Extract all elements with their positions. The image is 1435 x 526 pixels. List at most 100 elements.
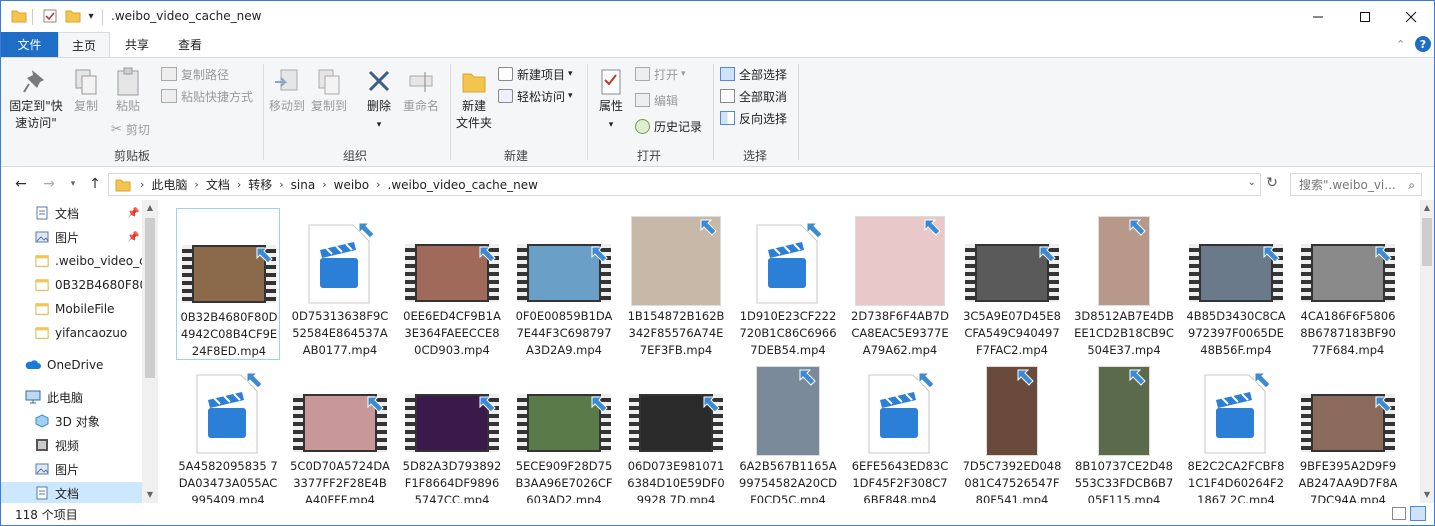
customize-quick-access-icon[interactable]: ▾ [85, 7, 97, 25]
file-item[interactable]: 0EE6ED4CF9B1A3E364FAEECCE80CD903.mp4 [400, 208, 504, 360]
copy-path-button[interactable]: 复制路径 [161, 64, 229, 84]
close-button[interactable] [1388, 1, 1434, 32]
easy-access-button[interactable]: 轻松访问 ▾ [498, 86, 573, 106]
minimize-button[interactable] [1295, 1, 1341, 32]
refresh-icon[interactable]: ↻ [1262, 173, 1282, 193]
file-item[interactable]: 8E2C2CA2FCBF81C1F4D60264F21867 2C.mp4 [1184, 358, 1288, 503]
file-item[interactable]: 1D910E23CF222720B1C86C69667DEB54.mp4 [736, 208, 840, 360]
file-item[interactable]: 4CA186F6F58068B6787183BF9077F684.mp4 [1296, 208, 1400, 360]
nav-item[interactable]: MobileFile [1, 298, 142, 320]
paste-shortcut-button[interactable]: 粘贴快捷方式 [161, 86, 253, 106]
video-thumbnail [293, 394, 387, 452]
breadcrumb-sina[interactable]: sina [287, 178, 320, 192]
content-scrollbar[interactable]: ▲ ▼ [1420, 200, 1434, 503]
file-item[interactable]: 0D75313638F9C52584E864537AAB0177.mp4 [288, 208, 392, 360]
file-item[interactable]: 4B85D3430C8CA972397F0065DE48B56F.mp4 [1184, 208, 1288, 360]
properties-button[interactable]: 属性 ▾ [593, 66, 629, 134]
nav-item[interactable]: 文档 [1, 482, 142, 503]
large-icons-view-icon[interactable] [1410, 506, 1426, 521]
up-arrow-icon[interactable]: ↑ [85, 174, 105, 194]
back-arrow-icon[interactable]: ← [11, 174, 31, 194]
file-item[interactable]: 8B10737CE2D48553C33FDCB6B705F115.mp4 [1072, 358, 1176, 503]
recent-locations-icon[interactable]: ▾ [63, 174, 83, 194]
breadcrumb-this-pc[interactable]: 此电脑 [147, 176, 191, 193]
history-icon [635, 118, 650, 134]
paste-shortcut-icon [161, 89, 177, 103]
breadcrumb-documents[interactable]: 文档 [202, 176, 234, 193]
copy-to-button[interactable]: 复制到 [309, 66, 349, 115]
nav-item[interactable]: OneDrive [1, 354, 142, 376]
nav-item[interactable]: yifancaozuo [1, 322, 142, 344]
nav-item[interactable]: 3D 对象 [1, 410, 142, 432]
history-button[interactable]: 历史记录 [635, 116, 702, 136]
file-item[interactable]: 0B32B4680F80D4942C08B4CF9E24F8ED.mp4 [176, 208, 280, 360]
address-bar[interactable]: › 此电脑 › 文档 › 转移 › sina › weibo › .weibo_video… [108, 173, 1261, 196]
file-item[interactable]: 1B154872B162B342F85576A74E7EF3FB.mp4 [624, 208, 728, 360]
new-item-button[interactable]: 新建项目 ▾ [498, 64, 573, 84]
file-item[interactable]: 2D738F6F4AB7DCA8EAC5E9377EA79A62.mp4 [848, 208, 952, 360]
new-folder-button[interactable]: 新建 文件夹 [453, 66, 495, 132]
invert-selection-button[interactable]: 反向选择 [720, 108, 787, 128]
select-all-button[interactable]: 全部选择 [720, 64, 787, 84]
content-scroll-thumb[interactable] [1422, 218, 1432, 266]
video-thumbnail [965, 244, 1059, 302]
nav-item[interactable]: .weibo_video_c [1, 250, 146, 272]
properties-quick-icon[interactable] [41, 7, 59, 25]
nav-scrollbar[interactable]: ▲ ▼ [142, 200, 158, 503]
file-item[interactable]: 0F0E00859B1DA7E44F3C698797A3D2A9.mp4 [512, 208, 616, 360]
file-name: 5C0D70A5724DA3377FF2F28E4BA40FFF.mp4 [290, 459, 390, 503]
address-dropdown-icon[interactable]: ⌄ [1248, 177, 1256, 188]
file-item[interactable]: 6EFE5643ED83C1DF45F2F308C76BF848.mp4 [848, 358, 952, 503]
breadcrumb-weibo[interactable]: weibo [330, 178, 374, 192]
new-folder-quick-icon[interactable] [64, 7, 82, 25]
help-icon[interactable]: ? [1415, 36, 1431, 52]
file-name: 1D910E23CF222720B1C86C69667DEB54.mp4 [739, 309, 837, 357]
select-none-button[interactable]: 全部取消 [720, 86, 787, 106]
file-item[interactable]: 3D8512AB7E4DBEE1CD2B18CB9C504E37.mp4 [1072, 208, 1176, 360]
tab-file[interactable]: 文件 [1, 32, 58, 57]
ribbon-tabs: 文件 主页 共享 查看 ⌃ ? [1, 32, 1434, 58]
paste-button[interactable]: 粘贴 [107, 66, 149, 115]
move-to-button[interactable]: 移动到 [267, 66, 307, 115]
breadcrumb-transfer[interactable]: 转移 [244, 176, 276, 193]
breadcrumb-current[interactable]: .weibo_video_cache_new [384, 178, 542, 192]
maximize-button[interactable] [1342, 1, 1388, 32]
file-item[interactable]: 3C5A9E07D45E8CFA549C940497F7FAC2.mp4 [960, 208, 1064, 360]
file-item[interactable]: 6A2B567B1165A99754582A20CDF0CD5C.mp4 [736, 358, 840, 503]
nav-item[interactable]: 图片 📌 [1, 226, 142, 248]
pin-quick-access-button[interactable]: 固定到"快 速访问" [7, 66, 65, 132]
file-item[interactable]: 5A4582095835 7DA03473A055AC995409.mp4 [176, 358, 280, 503]
cut-button[interactable]: ✂ 剪切 [111, 119, 150, 139]
this-pc-icon [25, 390, 41, 404]
file-name: 1B154872B162B342F85576A74E7EF3FB.mp4 [627, 309, 725, 357]
file-item[interactable]: 5ECE909F28D75B3AA96E7026CF603AD2.mp4 [512, 358, 616, 503]
file-item[interactable]: 9BFE395A2D9F9AB247AA9D7F8A7DC94A.mp4 [1296, 358, 1400, 503]
tab-home[interactable]: 主页 [58, 32, 110, 58]
collapse-ribbon-icon[interactable]: ⌃ [1396, 38, 1405, 51]
nav-item[interactable]: 视频 [1, 434, 142, 456]
search-input[interactable]: 搜索".weibo_vi... ⌕ [1290, 173, 1422, 196]
edit-button[interactable]: 编辑 [635, 90, 678, 110]
forward-arrow-icon[interactable]: → [39, 174, 59, 194]
video-thumbnail [1189, 244, 1283, 302]
video-thumbnail [517, 244, 611, 302]
nav-scroll-thumb[interactable] [145, 218, 155, 378]
details-view-icon[interactable] [1392, 507, 1406, 520]
delete-button[interactable]: 删除 ▾ [363, 66, 395, 134]
open-button[interactable]: 打开 ▾ [635, 64, 686, 84]
file-item[interactable]: 5C0D70A5724DA3377FF2F28E4BA40FFF.mp4 [288, 358, 392, 503]
file-item[interactable]: 06D073E9810716384D10E59DF09928 7D.mp4 [624, 358, 728, 503]
tab-view[interactable]: 查看 [166, 32, 214, 57]
nav-item[interactable]: 图片 [1, 458, 142, 480]
nav-item-label: 图片 [55, 230, 80, 245]
nav-item[interactable]: 0B32B4680F80 [1, 274, 147, 296]
file-item[interactable]: 5D82A3D793892F1F8664DF98965747CC.mp4 [400, 358, 504, 503]
video-thumbnail [405, 244, 499, 302]
rename-button[interactable]: 重命名 [400, 66, 442, 115]
copy-button[interactable]: 复制 [67, 66, 105, 115]
nav-item[interactable]: 此电脑 [1, 386, 142, 408]
tab-share[interactable]: 共享 [114, 32, 160, 57]
video-file-icon [862, 370, 938, 456]
file-item[interactable]: 7D5C7392ED048081C47526547F80F541.mp4 [960, 358, 1064, 503]
nav-item[interactable]: 文档 📌 [1, 202, 142, 224]
